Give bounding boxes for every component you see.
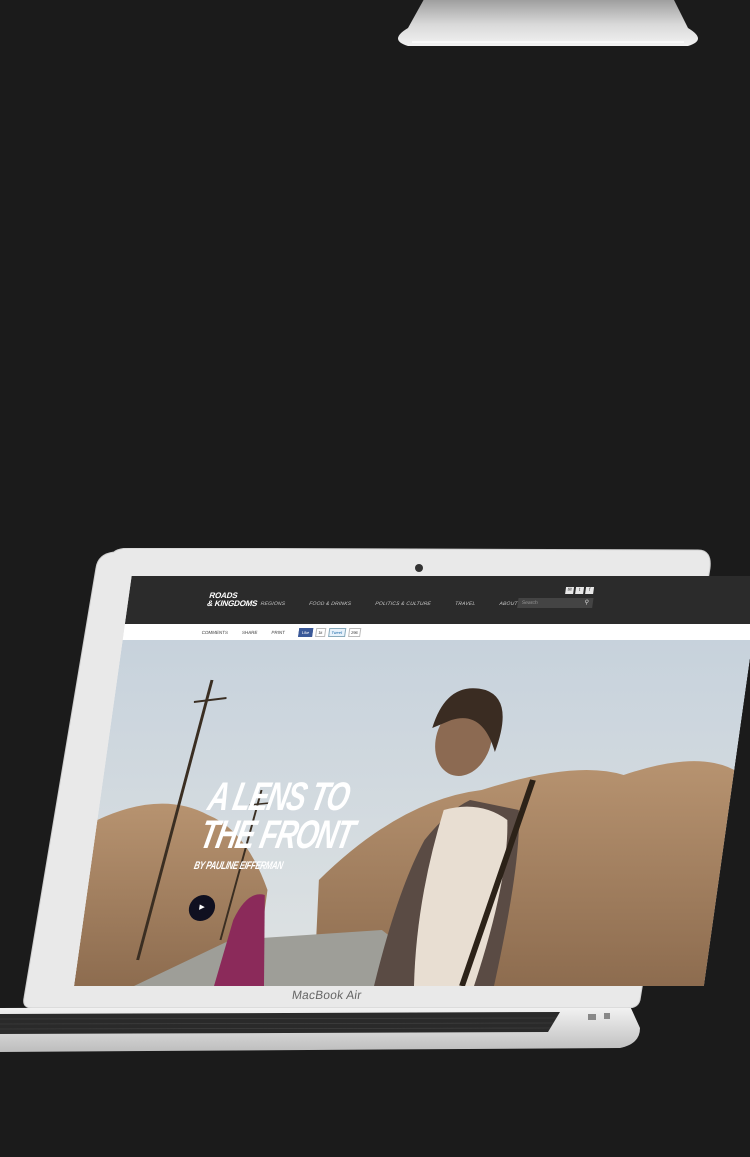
monitor-stand: [398, 0, 698, 46]
laptop-screen: ROADS & KINGDOMS REGIONS FOOD & DRINKS P…: [74, 576, 750, 986]
social-links: ✉ t f: [565, 587, 595, 594]
device-brand-label: MacBook Air: [291, 988, 363, 1002]
nav-food-drinks[interactable]: FOOD & DRINKS: [309, 601, 352, 607]
print-link[interactable]: PRINT: [271, 630, 285, 635]
search-icon[interactable]: ⚲: [584, 599, 590, 607]
facebook-like-button[interactable]: Like: [298, 628, 313, 637]
nav-politics-culture[interactable]: POLITICS & CULTURE: [375, 601, 432, 607]
mail-icon[interactable]: ✉: [565, 587, 575, 594]
tweet-button[interactable]: Tweet: [327, 628, 346, 637]
search-placeholder: Search: [521, 600, 539, 606]
nav-about[interactable]: ABOUT: [499, 601, 518, 607]
twitter-icon[interactable]: t: [575, 587, 585, 594]
facebook-icon[interactable]: f: [585, 587, 595, 594]
camera-dot: [415, 564, 423, 572]
hero-image: A LENS TO THE FRONT BY PAULINE EIFFERMAN…: [74, 640, 750, 986]
hero-headline: A LENS TO THE FRONT BY PAULINE EIFFERMAN: [192, 775, 358, 872]
site-logo[interactable]: ROADS & KINGDOMS: [206, 591, 261, 608]
nav-travel[interactable]: TRAVEL: [455, 601, 476, 607]
nav-regions[interactable]: REGIONS: [260, 601, 285, 607]
hero-byline: BY PAULINE EIFFERMAN: [192, 860, 284, 872]
google-count: 296: [347, 628, 362, 637]
comments-link[interactable]: COMMENTS: [201, 630, 228, 635]
nav-menu: REGIONS FOOD & DRINKS POLITICS & CULTURE…: [260, 601, 542, 607]
site-nav-bar: ROADS & KINGDOMS REGIONS FOOD & DRINKS P…: [124, 576, 750, 624]
laptop-mockup: ROADS & KINGDOMS REGIONS FOOD & DRINKS P…: [0, 548, 750, 1088]
search-input[interactable]: Search ⚲: [517, 598, 594, 608]
share-bar: COMMENTS SHARE PRINT Like 1k Tweet 296: [122, 624, 750, 640]
facebook-count: 1k: [314, 628, 327, 637]
laptop-lid: ROADS & KINGDOMS REGIONS FOOD & DRINKS P…: [22, 548, 750, 1008]
share-link[interactable]: SHARE: [242, 630, 258, 635]
